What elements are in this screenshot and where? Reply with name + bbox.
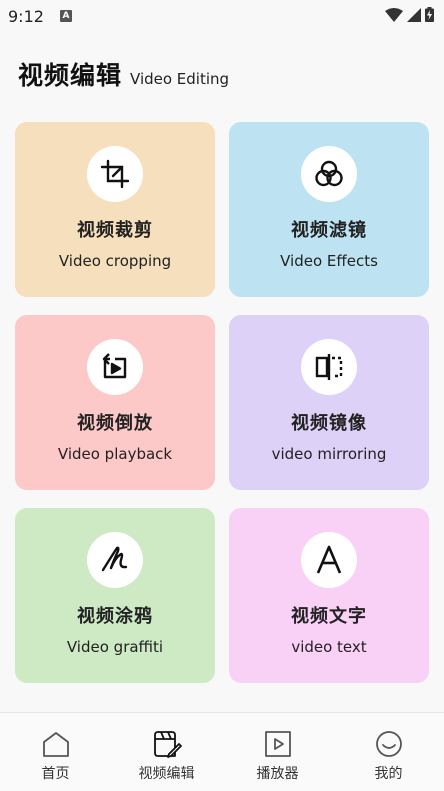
card-subtitle: Video cropping — [58, 252, 172, 270]
smile-icon — [375, 731, 402, 757]
video-cropping-card[interactable]: 视频裁剪 Video cropping — [15, 122, 215, 297]
reverse-play-icon — [102, 353, 127, 379]
tab-mine[interactable]: 我的 — [333, 713, 444, 783]
notification-icon: A — [59, 10, 72, 22]
mirror-icon — [315, 354, 343, 380]
card-subtitle: Video graffiti — [66, 638, 164, 656]
tab-label: 播放器 — [256, 766, 299, 782]
video-edit-icon — [153, 731, 182, 758]
tab-player[interactable]: 播放器 — [222, 713, 333, 783]
video-effects-card[interactable]: 视频滤镜 Video Effects — [229, 122, 429, 297]
card-subtitle: video mirroring — [271, 445, 387, 463]
page-header: 视频编辑 Video Editing — [18, 56, 229, 90]
card-title: 视频裁剪 — [77, 220, 153, 241]
card-title: 视频镜像 — [291, 413, 367, 434]
card-title: 视频倒放 — [77, 413, 153, 434]
bottom-tab-bar: 首页 视频编辑 播放器 我的 — [0, 712, 444, 791]
filter-icon — [315, 160, 343, 187]
tab-label: 首页 — [41, 766, 70, 782]
home-icon — [42, 732, 69, 757]
tab-label: 视频编辑 — [138, 766, 195, 782]
video-graffiti-card[interactable]: 视频涂鸦 Video graffiti — [15, 508, 215, 683]
status-time: 9:12 — [8, 6, 44, 26]
page-subtitle: Video Editing — [130, 70, 230, 88]
crop-icon — [100, 159, 130, 189]
card-subtitle: Video Effects — [280, 252, 378, 270]
graffiti-icon — [101, 546, 128, 572]
card-title: 视频文字 — [291, 606, 367, 627]
tab-video-edit[interactable]: 视频编辑 — [111, 713, 222, 783]
tab-home[interactable]: 首页 — [0, 713, 111, 783]
card-subtitle: Video playback — [57, 445, 173, 463]
battery-icon — [425, 6, 434, 26]
feature-grid: 视频裁剪 Video cropping 视频滤镜 Video Effects 视… — [15, 122, 429, 683]
tab-label: 我的 — [374, 766, 403, 782]
video-text-card[interactable]: 视频文字 video text — [229, 508, 429, 683]
player-icon — [264, 731, 291, 757]
video-mirroring-card[interactable]: 视频镜像 video mirroring — [229, 315, 429, 490]
video-playback-card[interactable]: 视频倒放 Video playback — [15, 315, 215, 490]
status-bar: 9:12 A — [0, 0, 444, 32]
wifi-icon — [385, 7, 403, 26]
card-title: 视频涂鸦 — [77, 606, 153, 627]
card-title: 视频滤镜 — [291, 220, 367, 241]
signal-icon — [407, 7, 421, 26]
text-icon — [316, 545, 342, 574]
card-subtitle: video text — [291, 638, 367, 656]
page-title: 视频编辑 — [18, 61, 123, 90]
